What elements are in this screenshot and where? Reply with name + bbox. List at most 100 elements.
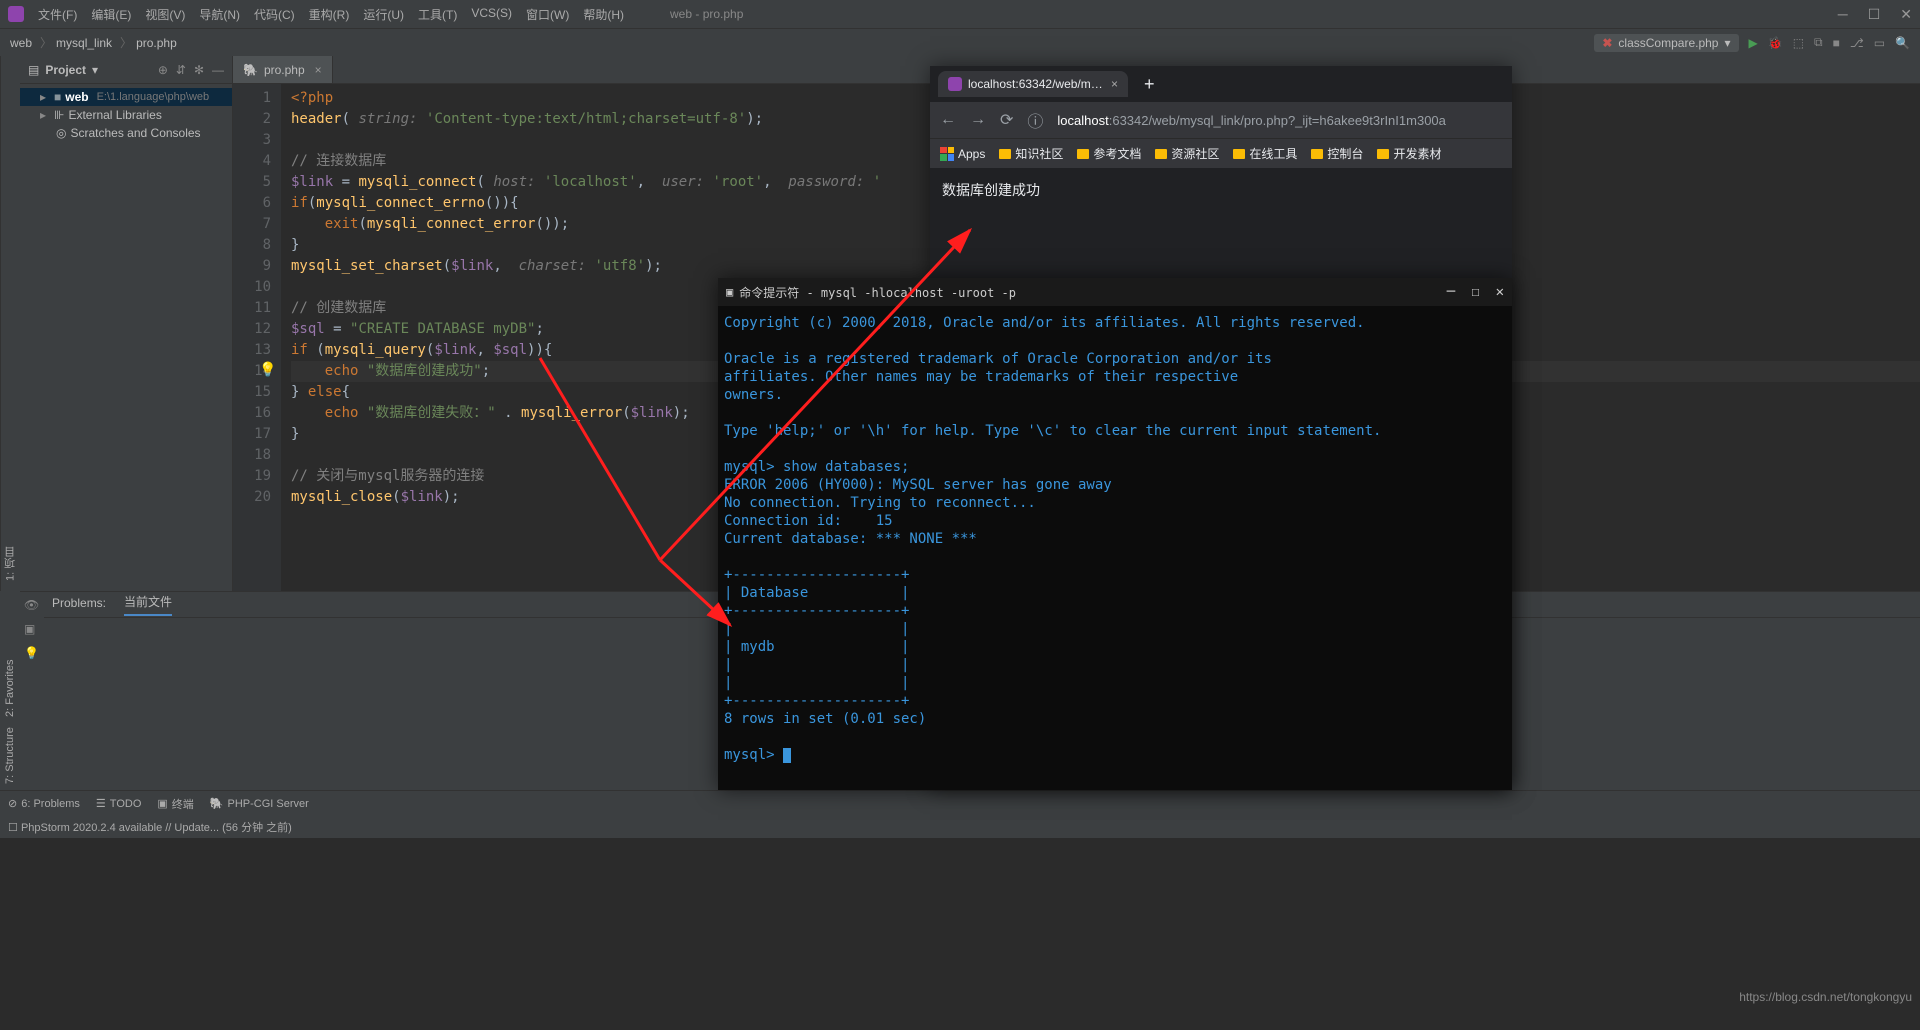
- menu-item[interactable]: 编辑(E): [85, 3, 137, 26]
- collapse-icon[interactable]: ⇵: [176, 63, 186, 77]
- update-notice[interactable]: PhpStorm 2020.2.4 available // Update...…: [21, 819, 292, 835]
- eye-icon[interactable]: 👁: [24, 598, 40, 612]
- back-icon[interactable]: ←: [940, 111, 956, 129]
- browser-address-bar: ← → ⟳ ⓘ localhost:63342/web/mysql_link/p…: [930, 102, 1512, 138]
- sidebar-title: Project: [45, 63, 86, 77]
- favorites-tool-button[interactable]: 2: Favorites: [4, 660, 16, 717]
- window-controls: ─ ☐ ✕: [1838, 6, 1912, 23]
- locate-icon[interactable]: ⊕: [158, 63, 168, 77]
- browser-tab-bar: localhost:63342/web/mysql_li × +: [930, 66, 1512, 102]
- bookmark-item[interactable]: Apps: [940, 147, 985, 161]
- dropdown-icon: ▾: [1724, 36, 1730, 50]
- close-tab-icon[interactable]: ×: [1111, 77, 1118, 91]
- php-file-icon: 🐘: [243, 63, 258, 77]
- page-text: 数据库创建成功: [942, 182, 1040, 198]
- forward-icon[interactable]: →: [970, 111, 986, 129]
- line-gutter: 1234567891011121314151617181920: [233, 84, 281, 591]
- tree-root[interactable]: ▸■ web E:\1.language\php\web: [20, 88, 232, 106]
- app-logo-icon: [8, 6, 24, 22]
- browser-tab-title: localhost:63342/web/mysql_li: [968, 77, 1105, 91]
- bulb-icon[interactable]: 💡: [24, 646, 40, 660]
- browser-tab[interactable]: localhost:63342/web/mysql_li ×: [938, 71, 1128, 97]
- terminal-titlebar: ▣ 命令提示符 - mysql -hlocalhost -uroot -p ─ …: [718, 278, 1512, 306]
- run-icon[interactable]: ▶: [1749, 36, 1758, 50]
- menu-item[interactable]: 视图(V): [139, 3, 191, 26]
- status-bar: ⊘ 6: Problems ☰ TODO ▣ 终端 🐘 PHP-CGI Serv…: [0, 790, 1920, 816]
- project-tool-button[interactable]: 1: 项目: [3, 547, 19, 581]
- status-php-cgi[interactable]: 🐘 PHP-CGI Server: [210, 797, 309, 810]
- folder-icon: ▤: [28, 63, 39, 77]
- menu-item[interactable]: 导航(N): [193, 3, 246, 26]
- project-tree: ▸■ web E:\1.language\php\web ▸⊪ External…: [20, 84, 232, 146]
- lightbulb-icon[interactable]: 💡: [259, 360, 276, 381]
- bookmark-item[interactable]: 资源社区: [1155, 145, 1219, 162]
- breadcrumb-root[interactable]: web: [10, 36, 32, 50]
- search-icon[interactable]: 🔍: [1895, 36, 1910, 50]
- project-sidebar: ▤ Project ▾ ⊕ ⇵ ✻ — ▸■ web E:\1.language…: [20, 56, 233, 591]
- menu-item[interactable]: 代码(C): [248, 3, 301, 26]
- profiler-icon[interactable]: ⧉: [1814, 35, 1823, 50]
- bookmarks-bar: Apps 知识社区参考文档资源社区在线工具控制台开发素材: [930, 138, 1512, 168]
- layout-icon[interactable]: ▭: [1874, 36, 1885, 50]
- sidebar-header: ▤ Project ▾ ⊕ ⇵ ✻ —: [20, 56, 232, 84]
- menu-item[interactable]: 帮助(H): [577, 3, 630, 26]
- bookmark-item[interactable]: 参考文档: [1077, 145, 1141, 162]
- structure-tool-button[interactable]: 7: Structure: [4, 727, 16, 784]
- breadcrumb-folder[interactable]: mysql_link: [56, 36, 112, 50]
- terminal-window: ▣ 命令提示符 - mysql -hlocalhost -uroot -p ─ …: [718, 278, 1512, 790]
- current-file-tab[interactable]: 当前文件: [124, 593, 172, 616]
- navigation-bar: web 〉 mysql_link 〉 pro.php ✖ classCompar…: [0, 28, 1920, 56]
- bottom-tool-icons: 👁 ▣ 💡: [20, 592, 44, 790]
- run-configuration[interactable]: ✖ classCompare.php ▾: [1594, 34, 1738, 52]
- menu-item[interactable]: 文件(F): [32, 3, 83, 26]
- bookmark-item[interactable]: 知识社区: [999, 145, 1063, 162]
- left-tool-strip: 1: 项目: [0, 56, 20, 591]
- close-tab-icon[interactable]: ×: [315, 63, 322, 77]
- reload-icon[interactable]: ⟳: [1000, 110, 1013, 130]
- run-config-label: classCompare.php: [1618, 36, 1718, 50]
- close-icon[interactable]: ✕: [1900, 6, 1912, 23]
- debug-icon[interactable]: 🐞: [1768, 36, 1783, 50]
- cmd-icon: ▣: [726, 285, 733, 299]
- left-lower-strip: 7: Structure 2: Favorites: [0, 591, 20, 790]
- terminal-title: 命令提示符 - mysql -hlocalhost -uroot -p: [739, 284, 1016, 301]
- status-bar-2: ☐ PhpStorm 2020.2.4 available // Update.…: [0, 816, 1920, 838]
- maximize-icon[interactable]: ☐: [1471, 284, 1479, 300]
- terminal-content[interactable]: Copyright (c) 2000, 2018, Oracle and/or …: [718, 306, 1512, 790]
- url-field[interactable]: localhost:63342/web/mysql_link/pro.php?_…: [1057, 113, 1502, 128]
- main-menu: 文件(F)编辑(E)视图(V)导航(N)代码(C)重构(R)运行(U)工具(T)…: [32, 3, 630, 26]
- tab-label: pro.php: [264, 63, 305, 77]
- gear-icon[interactable]: ✻: [194, 63, 204, 77]
- editor-tab[interactable]: 🐘 pro.php ×: [233, 56, 333, 83]
- status-terminal[interactable]: ▣ 终端: [157, 796, 193, 812]
- tree-external-libs[interactable]: ▸⊪ External Libraries: [20, 106, 232, 124]
- error-icon: ✖: [1602, 36, 1612, 50]
- menu-item[interactable]: VCS(S): [465, 3, 518, 26]
- hide-icon[interactable]: —: [212, 63, 224, 77]
- git-icon[interactable]: ⎇: [1850, 36, 1864, 50]
- stop-square-icon[interactable]: ▣: [24, 622, 40, 636]
- menu-item[interactable]: 窗口(W): [520, 3, 575, 26]
- favicon-icon: [948, 77, 962, 91]
- minimize-icon[interactable]: ─: [1447, 284, 1455, 300]
- menu-item[interactable]: 运行(U): [357, 3, 410, 26]
- tree-scratches[interactable]: ◎ Scratches and Consoles: [20, 124, 232, 142]
- maximize-icon[interactable]: ☐: [1868, 6, 1881, 23]
- menu-item[interactable]: 重构(R): [303, 3, 356, 26]
- stop-icon[interactable]: ■: [1833, 36, 1840, 50]
- menu-item[interactable]: 工具(T): [412, 3, 463, 26]
- status-problems[interactable]: ⊘ 6: Problems: [8, 797, 80, 810]
- bookmark-item[interactable]: 开发素材: [1377, 145, 1441, 162]
- minimize-icon[interactable]: ─: [1838, 6, 1848, 23]
- breadcrumb-file[interactable]: pro.php: [136, 36, 177, 50]
- window-title: web - pro.php: [670, 7, 743, 21]
- bookmark-item[interactable]: 控制台: [1311, 145, 1363, 162]
- close-icon[interactable]: ✕: [1496, 284, 1504, 300]
- coverage-icon[interactable]: ⬚: [1793, 36, 1804, 50]
- status-todo[interactable]: ☰ TODO: [96, 797, 141, 810]
- bookmark-item[interactable]: 在线工具: [1233, 145, 1297, 162]
- problems-tab-label[interactable]: Problems:: [52, 596, 106, 614]
- dropdown-icon[interactable]: ▾: [92, 63, 98, 77]
- titlebar: 文件(F)编辑(E)视图(V)导航(N)代码(C)重构(R)运行(U)工具(T)…: [0, 0, 1920, 28]
- new-tab-button[interactable]: +: [1136, 74, 1163, 95]
